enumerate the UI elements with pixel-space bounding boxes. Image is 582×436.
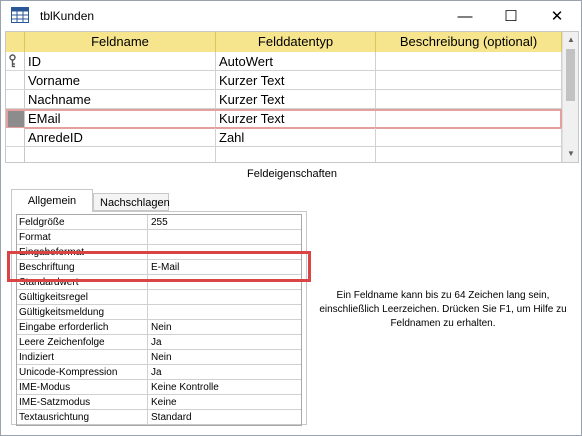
property-row[interactable]: IME-Modus Keine Kontrolle bbox=[17, 380, 301, 395]
property-value[interactable] bbox=[148, 275, 301, 290]
table-row[interactable]: Nachname Kurzer Text bbox=[6, 90, 562, 109]
header-selector-corner bbox=[6, 32, 25, 52]
property-value[interactable]: Keine bbox=[148, 395, 301, 410]
property-name: IME-Modus bbox=[17, 380, 148, 395]
property-value[interactable] bbox=[148, 290, 301, 305]
header-field-type[interactable]: Felddatentyp bbox=[216, 32, 376, 52]
minimize-button[interactable]: — bbox=[442, 1, 488, 31]
properties-panel: Feldgröße 255 Format Eingabeformat Besch… bbox=[11, 211, 307, 426]
title-bar[interactable]: tblKunden — ☐ ✕ bbox=[1, 1, 581, 31]
property-name: Eingabe erforderlich bbox=[17, 320, 148, 335]
field-name-cell[interactable]: Vorname bbox=[25, 71, 216, 90]
property-row[interactable]: Beschriftung E-Mail bbox=[17, 260, 301, 275]
field-type-cell[interactable] bbox=[216, 147, 376, 162]
scroll-up-icon[interactable]: ▲ bbox=[563, 32, 578, 48]
property-row[interactable]: Leere Zeichenfolge Ja bbox=[17, 335, 301, 350]
row-selector[interactable] bbox=[6, 71, 25, 90]
row-selector[interactable] bbox=[6, 52, 25, 71]
row-selector[interactable] bbox=[6, 128, 25, 147]
field-type-cell[interactable]: Kurzer Text bbox=[216, 71, 376, 90]
property-row[interactable]: Standardwert bbox=[17, 275, 301, 290]
field-type-cell[interactable]: Kurzer Text bbox=[216, 109, 376, 128]
property-row[interactable]: IME-Satzmodus Keine bbox=[17, 395, 301, 410]
field-name-cell[interactable] bbox=[25, 147, 216, 162]
grid-header: Feldname Felddatentyp Beschreibung (opti… bbox=[6, 32, 562, 52]
header-description[interactable]: Beschreibung (optional) bbox=[376, 32, 562, 52]
property-value[interactable]: Keine Kontrolle bbox=[148, 380, 301, 395]
property-name: Gültigkeitsmeldung bbox=[17, 305, 148, 320]
field-type-cell[interactable]: AutoWert bbox=[216, 52, 376, 71]
table-row[interactable] bbox=[6, 147, 562, 162]
table-row[interactable]: ID AutoWert bbox=[6, 52, 562, 71]
property-row[interactable]: Gültigkeitsregel bbox=[17, 290, 301, 305]
property-value[interactable]: Nein bbox=[148, 350, 301, 365]
property-name: Format bbox=[17, 230, 148, 245]
property-name: Indiziert bbox=[17, 350, 148, 365]
property-row[interactable]: Indiziert Nein bbox=[17, 350, 301, 365]
table-design-window: tblKunden — ☐ ✕ Feldname Felddatentyp Be… bbox=[0, 0, 582, 436]
property-value[interactable] bbox=[148, 245, 301, 260]
field-name-cell[interactable]: Nachname bbox=[25, 90, 216, 109]
property-row[interactable]: Gültigkeitsmeldung bbox=[17, 305, 301, 320]
scroll-thumb[interactable] bbox=[566, 49, 575, 101]
property-value[interactable]: Ja bbox=[148, 335, 301, 350]
field-description-cell[interactable] bbox=[376, 128, 562, 147]
property-value[interactable]: Nein bbox=[148, 320, 301, 335]
maximize-icon: ☐ bbox=[504, 8, 518, 25]
field-type-cell[interactable]: Kurzer Text bbox=[216, 90, 376, 109]
property-name: Unicode-Kompression bbox=[17, 365, 148, 380]
window-title: tblKunden bbox=[40, 9, 95, 23]
property-value[interactable] bbox=[148, 305, 301, 320]
property-row[interactable]: Textausrichtung Standard bbox=[17, 410, 301, 425]
tab-lookup[interactable]: Nachschlagen bbox=[93, 193, 170, 211]
help-text: Ein Feldname kann bis zu 64 Zeichen lang… bbox=[319, 290, 567, 329]
field-name-cell[interactable]: EMail bbox=[25, 109, 216, 128]
property-value[interactable]: Standard bbox=[148, 410, 301, 425]
field-properties-label: Feldeigenschaften bbox=[247, 168, 337, 180]
property-value[interactable] bbox=[148, 230, 301, 245]
property-row[interactable]: Eingabeformat bbox=[17, 245, 301, 260]
tab-general[interactable]: Allgemein bbox=[11, 189, 93, 212]
close-icon: ✕ bbox=[550, 8, 564, 25]
header-field-name[interactable]: Feldname bbox=[25, 32, 216, 52]
row-selector[interactable] bbox=[6, 90, 25, 109]
maximize-button[interactable]: ☐ bbox=[488, 1, 534, 31]
key-icon bbox=[8, 54, 17, 71]
property-row[interactable]: Feldgröße 255 bbox=[17, 215, 301, 230]
row-selector-current[interactable] bbox=[6, 109, 25, 128]
property-value[interactable]: 255 bbox=[148, 215, 301, 230]
scroll-down-icon[interactable]: ▼ bbox=[563, 146, 578, 162]
property-name: Eingabeformat bbox=[17, 245, 148, 260]
field-name-cell[interactable]: ID bbox=[25, 52, 216, 71]
field-name-cell[interactable]: AnredeID bbox=[25, 128, 216, 147]
field-description-cell[interactable] bbox=[376, 90, 562, 109]
vertical-scrollbar[interactable]: ▲ ▼ bbox=[562, 32, 578, 162]
table-row[interactable]: AnredeID Zahl bbox=[6, 128, 562, 147]
property-name: Beschriftung bbox=[17, 260, 148, 275]
table-icon bbox=[11, 7, 29, 23]
row-selector[interactable] bbox=[6, 147, 25, 162]
property-row[interactable]: Eingabe erforderlich Nein bbox=[17, 320, 301, 335]
field-type-cell[interactable]: Zahl bbox=[216, 128, 376, 147]
field-grid: Feldname Felddatentyp Beschreibung (opti… bbox=[5, 31, 579, 163]
field-description-cell[interactable] bbox=[376, 147, 562, 162]
minimize-icon: — bbox=[457, 7, 473, 25]
property-name: IME-Satzmodus bbox=[17, 395, 148, 410]
property-name: Standardwert bbox=[17, 275, 148, 290]
table-row[interactable]: Vorname Kurzer Text bbox=[6, 71, 562, 90]
property-value[interactable]: Ja bbox=[148, 365, 301, 380]
property-row[interactable]: Format bbox=[17, 230, 301, 245]
property-value[interactable]: E-Mail bbox=[148, 260, 301, 275]
property-name: Leere Zeichenfolge bbox=[17, 335, 148, 350]
property-row[interactable]: Unicode-Kompression Ja bbox=[17, 365, 301, 380]
property-name: Textausrichtung bbox=[17, 410, 148, 425]
close-button[interactable]: ✕ bbox=[534, 1, 580, 31]
property-name: Gültigkeitsregel bbox=[17, 290, 148, 305]
field-description-cell[interactable] bbox=[376, 71, 562, 90]
field-description-cell[interactable] bbox=[376, 52, 562, 71]
table-row-selected[interactable]: EMail Kurzer Text bbox=[6, 109, 562, 129]
properties-table: Feldgröße 255 Format Eingabeformat Besch… bbox=[16, 214, 302, 426]
field-description-cell[interactable] bbox=[376, 109, 562, 128]
property-name: Feldgröße bbox=[17, 215, 148, 230]
